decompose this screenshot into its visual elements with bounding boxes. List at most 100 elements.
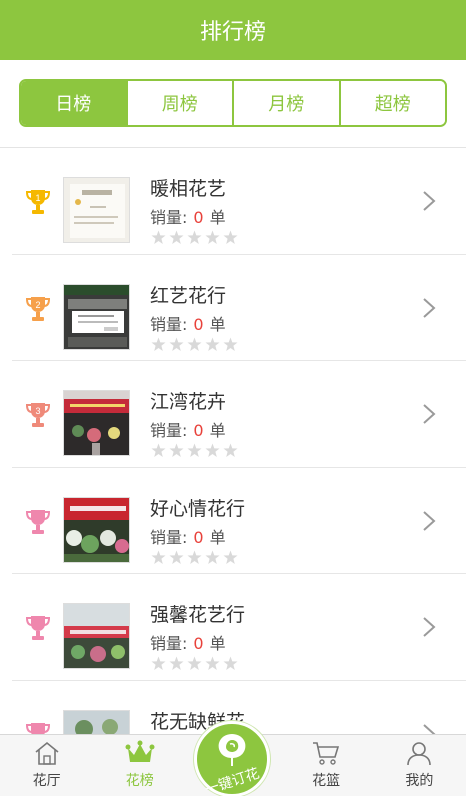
- trophy-icon: [26, 722, 50, 734]
- shop-ranking-list: 1 暖相花艺 销量: 0 单 2 红艺花行 销量: 0 单 3 江湾花卉 销量:…: [0, 148, 466, 734]
- sales-count: 0: [193, 527, 204, 547]
- rating-stars: [151, 337, 238, 352]
- sales-label: 销量:: [150, 314, 188, 334]
- nav-label: 花厅: [32, 773, 61, 789]
- sales-info: 销量: 0 单: [150, 524, 226, 548]
- silver-trophy-icon: 2: [26, 296, 50, 321]
- chevron-right-icon[interactable]: [422, 510, 436, 532]
- sales-unit: 单: [209, 314, 226, 334]
- nav-item-mine[interactable]: 我的: [373, 735, 466, 796]
- nav-label: 花篮: [312, 773, 341, 789]
- nav-label: 我的: [405, 773, 434, 789]
- sales-info: 销量: 0 单: [150, 417, 226, 441]
- rank-number: 2: [35, 300, 40, 310]
- star-icon: [223, 230, 238, 244]
- user-icon: [407, 742, 432, 766]
- star-icon: [169, 550, 184, 564]
- star-icon: [205, 656, 220, 670]
- sales-count: 0: [193, 314, 204, 334]
- shop-thumbnail: [63, 283, 130, 350]
- star-icon: [151, 230, 166, 244]
- star-icon: [151, 656, 166, 670]
- chevron-right-icon[interactable]: [422, 190, 436, 212]
- trophy-icon: [26, 509, 50, 534]
- list-item[interactable]: 2 红艺花行 销量: 0 单: [12, 255, 466, 361]
- rating-stars: [151, 443, 238, 458]
- sales-count: 0: [193, 421, 204, 440]
- star-icon: [187, 337, 202, 351]
- shop-thumbnail: [63, 390, 130, 456]
- chevron-right-icon[interactable]: [422, 403, 436, 425]
- sales-info: 销量: 0 单: [150, 204, 226, 228]
- sales-count: 0: [193, 208, 204, 227]
- nav-item-basket[interactable]: 花篮: [280, 735, 373, 796]
- trophy-icon: [26, 616, 50, 640]
- home-icon: [35, 741, 59, 765]
- rating-stars: [151, 230, 238, 245]
- shop-thumbnail: [63, 496, 130, 563]
- ranking-tabs: 日榜 周榜 月榜 超榜: [19, 79, 447, 127]
- tab-super[interactable]: 超榜: [338, 81, 445, 125]
- crown-icon: [125, 740, 155, 762]
- gold-trophy-icon: 1: [26, 190, 50, 214]
- rank-number: 3: [35, 406, 40, 416]
- sales-unit: 单: [209, 527, 226, 547]
- shop-name: 红艺花行: [150, 284, 227, 307]
- cart-icon: [313, 742, 340, 765]
- star-icon: [169, 337, 184, 351]
- sales-label: 销量:: [150, 421, 188, 440]
- sales-unit: 单: [209, 421, 226, 440]
- star-icon: [205, 230, 220, 244]
- shop-thumbnail: [63, 709, 130, 734]
- page-title: 排行榜: [199, 20, 266, 45]
- star-icon: [151, 443, 166, 457]
- shop-name: 强馨花艺行: [150, 604, 246, 626]
- tab-monthly[interactable]: 月榜: [232, 81, 339, 125]
- shop-name: 好心情花行: [150, 497, 246, 520]
- list-item[interactable]: 强馨花艺行 销量: 0 单: [12, 574, 466, 681]
- shop-name: 暖相花艺: [150, 178, 227, 200]
- star-icon: [187, 656, 202, 670]
- shop-thumbnail: [63, 603, 130, 669]
- star-icon: [223, 656, 238, 670]
- star-icon: [187, 230, 202, 244]
- nav-label: 花榜: [125, 773, 154, 789]
- list-item[interactable]: 3 江湾花卉 销量: 0 单: [12, 361, 466, 468]
- sales-info: 销量: 0 单: [150, 311, 226, 335]
- star-icon: [169, 656, 184, 670]
- tab-daily[interactable]: 日榜: [21, 81, 126, 125]
- star-icon: [223, 443, 238, 457]
- shop-thumbnail: [63, 177, 130, 243]
- sales-label: 销量:: [150, 208, 188, 227]
- sales-unit: 单: [209, 634, 226, 653]
- rank-number: 1: [35, 193, 40, 203]
- star-icon: [169, 230, 184, 244]
- bronze-trophy-icon: 3: [26, 403, 50, 427]
- star-icon: [151, 337, 166, 351]
- rating-stars: [151, 550, 238, 565]
- tab-weekly[interactable]: 周榜: [125, 81, 232, 125]
- chevron-right-icon[interactable]: [422, 297, 436, 319]
- chevron-right-icon[interactable]: [422, 723, 436, 735]
- sales-count: 0: [193, 634, 204, 653]
- shop-name: 江湾花卉: [150, 391, 227, 413]
- star-icon: [223, 550, 238, 564]
- star-icon: [223, 337, 238, 351]
- nav-item-hall[interactable]: 花厅: [0, 735, 93, 796]
- star-icon: [205, 443, 220, 457]
- list-item[interactable]: 1 暖相花艺 销量: 0 单: [12, 148, 466, 255]
- one-click-order-button[interactable]: 一键订花: [186, 721, 279, 796]
- sales-label: 销量:: [150, 527, 188, 547]
- bottom-navigation: 花厅 花榜 一键订花 花篮 我的: [0, 721, 466, 796]
- star-icon: [205, 337, 220, 351]
- chevron-right-icon[interactable]: [422, 616, 436, 638]
- sales-label: 销量:: [150, 634, 188, 653]
- star-icon: [169, 443, 184, 457]
- list-item[interactable]: 好心情花行 销量: 0 单: [12, 468, 466, 574]
- rating-stars: [151, 656, 238, 671]
- nav-item-ranking[interactable]: 花榜: [93, 735, 186, 796]
- star-icon: [187, 550, 202, 564]
- star-icon: [151, 550, 166, 564]
- star-icon: [187, 443, 202, 457]
- title-bar: 排行榜: [0, 0, 466, 60]
